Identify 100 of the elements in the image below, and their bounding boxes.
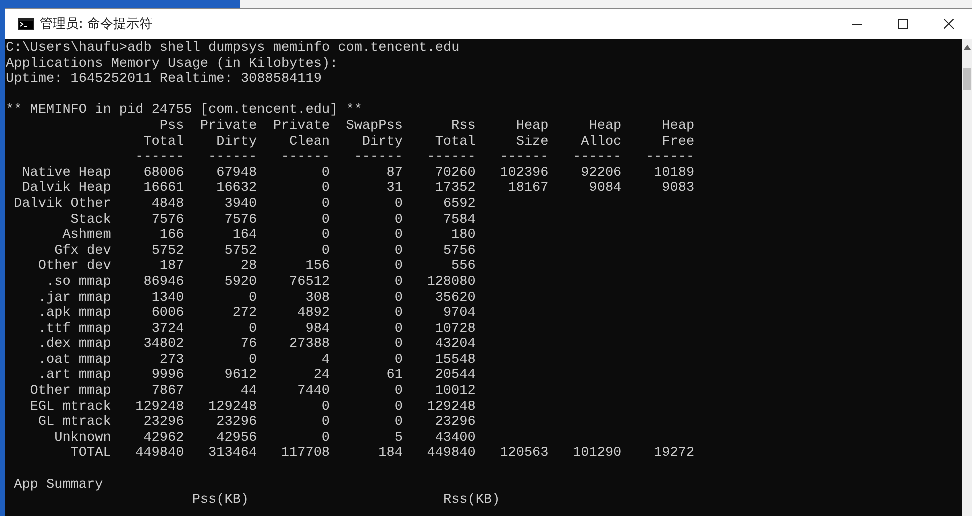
table-cell-text: 1340	[150, 290, 184, 306]
table-cell-text: 102396	[499, 166, 549, 182]
table-cell-text: 128080	[426, 274, 476, 290]
table-cell-text: 0	[320, 181, 330, 197]
table-cell-text: 7440	[296, 384, 330, 400]
table-cell-text: 0	[320, 415, 330, 431]
row-label: EGL mtrack	[29, 400, 112, 415]
table-cell-text: 23296	[216, 415, 258, 431]
table-cell-text: 20544	[434, 368, 476, 384]
table-cell-text: 6592	[442, 196, 476, 213]
column-header: Rss	[450, 118, 476, 135]
separator-dashes: ------	[134, 150, 184, 166]
separator-dashes: ------	[353, 150, 403, 166]
scroll-up-icon[interactable]	[964, 45, 970, 50]
row-label: .apk mmap	[37, 306, 112, 322]
table-cell-text: 308	[304, 290, 330, 306]
console-line: ** MEMINFO in pid 24755 [com.tencent.edu] **	[6, 103, 364, 119]
table-cell-text: 5752	[150, 244, 184, 260]
row-label: Gfx dev	[54, 244, 112, 259]
row-label: Dalvik Heap	[21, 181, 112, 197]
table-cell-text: 129248	[134, 400, 184, 416]
table-cell-text: 68006	[142, 166, 184, 182]
column-header: Pss(KB)	[192, 493, 250, 509]
column-header: Heap	[588, 118, 622, 135]
table-cell-text: 5756	[442, 244, 476, 260]
table-cell-text: 184	[378, 446, 403, 462]
table-cell-text: 0	[394, 306, 403, 322]
column-header: Rss(KB)	[443, 493, 500, 509]
maximize-icon	[898, 19, 908, 29]
column-header: Dirty	[361, 134, 403, 150]
table-cell-text: 313464	[208, 446, 258, 462]
table-cell-text: 0	[320, 228, 330, 244]
row-label: .ttf mmap	[37, 322, 112, 337]
row-label: .oat mmap	[37, 352, 112, 368]
table-cell-text: 0	[248, 290, 258, 306]
table-cell-text: 129248	[426, 400, 476, 416]
table-cell-text: 76	[240, 337, 258, 353]
table-cell-text: 7576	[150, 212, 184, 228]
table-cell-text: 0	[394, 244, 403, 260]
table-cell-text: 7867	[150, 384, 184, 400]
console-line: C:\Users\haufu>adb shell dumpsys meminfo com.tencent.edu	[6, 41, 461, 57]
column-header: Total	[142, 134, 184, 150]
column-header: Alloc	[580, 134, 622, 150]
table-cell-text: 0	[394, 212, 403, 228]
row-label: .art mmap	[37, 368, 112, 384]
separator-dashes: ------	[644, 150, 695, 166]
column-header: Size	[515, 134, 549, 150]
table-cell-text: 10189	[653, 166, 695, 182]
table-cell-text: 129248	[208, 400, 258, 416]
table-cell-text: 5752	[224, 244, 258, 260]
table-cell-text: 0	[320, 196, 330, 213]
table-cell-text: 70260	[434, 166, 476, 182]
column-header: Heap	[661, 118, 695, 135]
table-cell-text: 0	[394, 322, 403, 338]
table-cell-text: 0	[320, 430, 330, 446]
row-label: Stack	[70, 212, 112, 228]
column-header: SwapPss	[345, 118, 403, 135]
row-label: Native Heap	[21, 166, 112, 181]
table-cell-text: 120563	[499, 446, 549, 462]
table-cell-text: 16632	[216, 181, 258, 197]
table-cell-text: 10012	[434, 384, 476, 400]
column-header: Heap	[515, 118, 549, 135]
table-cell-text: 42962	[142, 430, 184, 446]
column-header: Dirty	[216, 134, 258, 150]
table-cell-text: 117708	[280, 446, 330, 462]
separator-dashes: ------	[280, 150, 330, 166]
console-line: Uptime: 1645252011 Realtime: 3088584119	[6, 72, 323, 88]
table-cell-text: 0	[394, 290, 403, 306]
table-cell-text: 0	[248, 322, 258, 338]
section-title: App Summary	[13, 478, 104, 494]
column-header: Total	[434, 134, 476, 150]
table-cell-text: 9084	[588, 181, 622, 197]
table-cell-text: 0	[320, 212, 330, 228]
table-cell-text: 18167	[507, 181, 549, 197]
table-cell-text: 86946	[142, 274, 184, 290]
row-label: Other dev	[37, 259, 112, 275]
table-cell-text: 9996	[150, 368, 184, 384]
table-cell-text: 449840	[426, 446, 476, 462]
table-cell-text: 0	[394, 384, 403, 400]
table-cell-text: 92206	[580, 166, 622, 182]
table-cell-text: 0	[394, 352, 403, 368]
row-label: .dex mmap	[37, 337, 112, 353]
console-line: Applications Memory Usage (in Kilobytes):	[6, 56, 340, 72]
table-cell-text: 19272	[653, 446, 695, 462]
close-icon	[944, 19, 954, 29]
column-header: Private	[272, 118, 330, 135]
table-cell-text: 27388	[288, 337, 330, 353]
table-cell-text: 15548	[434, 352, 476, 368]
table-cell-text: 3724	[150, 322, 184, 338]
row-label: Other mmap	[29, 384, 112, 400]
table-cell-text: 0	[394, 415, 403, 431]
table-cell-text: 449840	[134, 446, 184, 462]
column-header: Private	[199, 118, 258, 135]
table-cell-text: 44	[240, 384, 258, 400]
table-cell-text: 24	[312, 368, 330, 384]
scrollbar-thumb[interactable]	[963, 68, 971, 90]
table-cell-text: 34802	[142, 337, 184, 353]
column-header: Pss	[158, 118, 184, 135]
table-cell-text: 4	[320, 352, 330, 368]
row-label: .so mmap	[46, 274, 112, 290]
